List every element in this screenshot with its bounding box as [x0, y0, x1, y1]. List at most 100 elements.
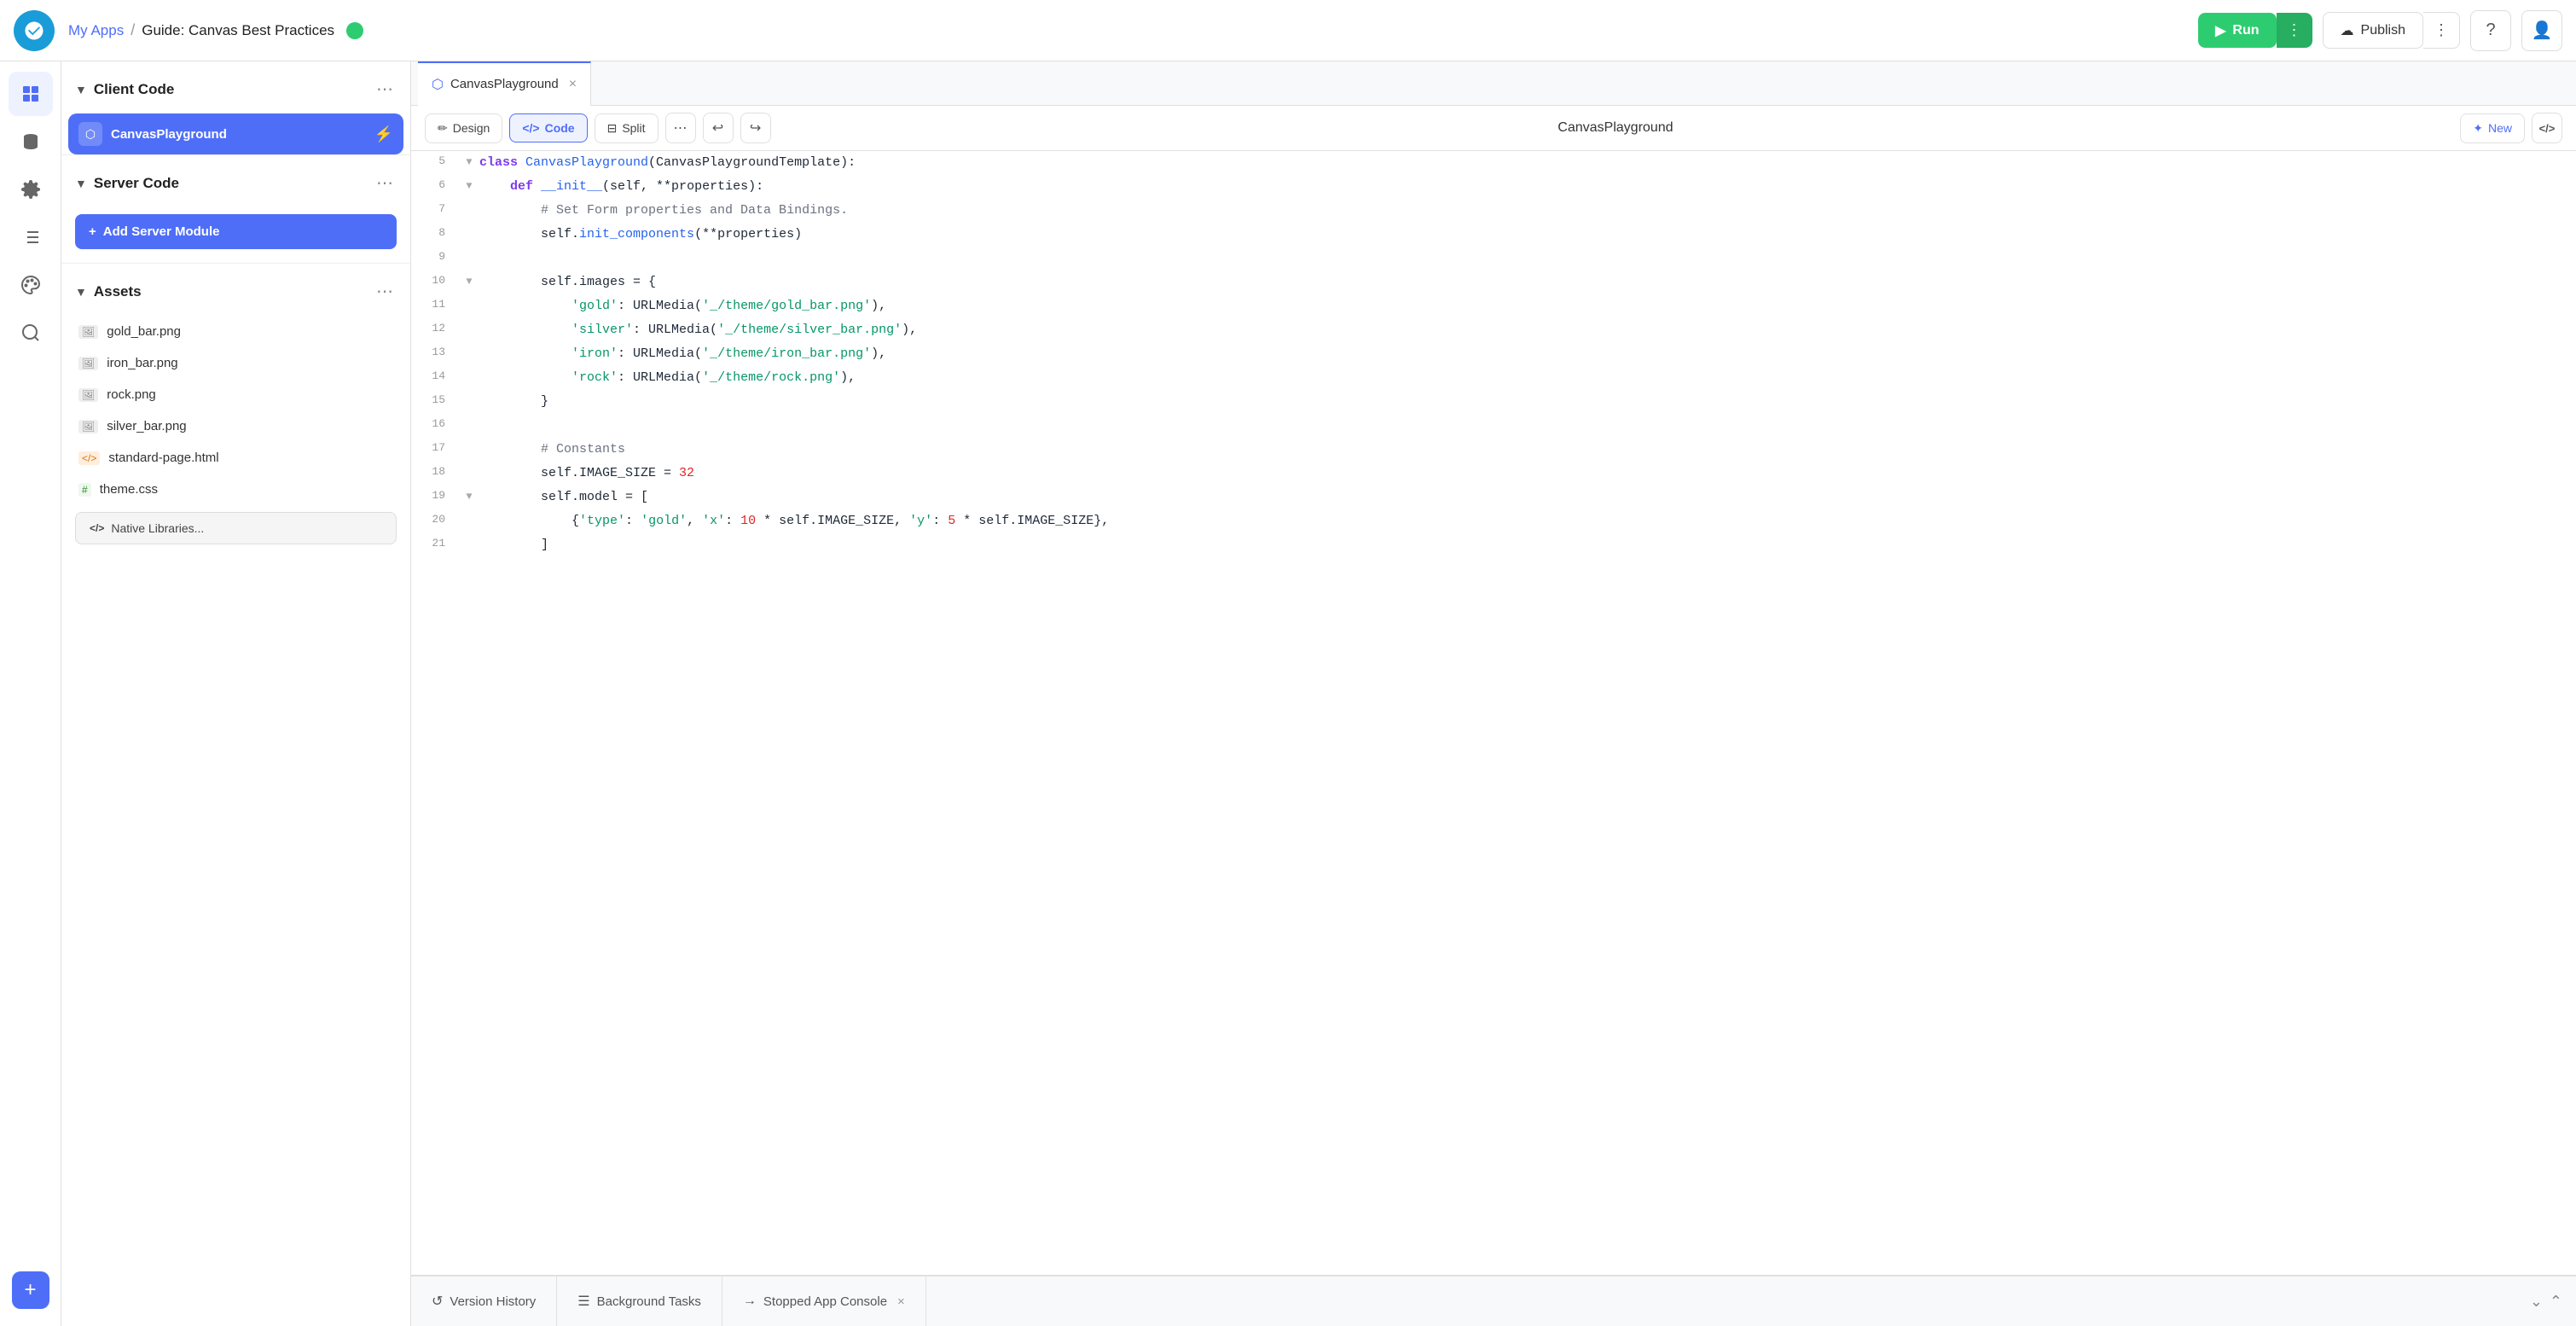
breadcrumb-separator: / [131, 21, 135, 39]
file-name-canvas-playground: CanvasPlayground [111, 127, 366, 142]
add-server-label: Add Server Module [103, 224, 220, 239]
split-tab-button[interactable]: ⊟ Split [595, 113, 659, 143]
client-code-chevron[interactable]: ▼ [75, 83, 87, 96]
asset-item-rock[interactable]: 🖼 rock.png [61, 379, 410, 410]
code-tab-button[interactable]: </> Code [509, 113, 587, 142]
assets-title: Assets [94, 283, 366, 300]
assets-chevron[interactable]: ▼ [75, 285, 87, 299]
new-label: New [2488, 121, 2512, 135]
line-content: {'type': 'gold', 'x': 10 * self.IMAGE_SI… [479, 509, 2576, 533]
line-number: 12 [411, 318, 459, 338]
sidebar-item-grid[interactable] [9, 72, 53, 116]
asset-item-iron-bar[interactable]: 🖼 iron_bar.png [61, 347, 410, 379]
new-plus-icon: ✦ [2473, 121, 2483, 136]
publish-icon: ☁ [2341, 22, 2354, 39]
code-toggle-button[interactable]: </> [2532, 113, 2562, 143]
redo-button[interactable]: ↪ [740, 113, 771, 143]
asset-icon-img3: 🖼 [78, 388, 98, 402]
editor-area: ⬡ CanvasPlayground × ✏ Design </> Code ⊟… [411, 61, 2576, 1326]
app-logo[interactable] [14, 10, 55, 51]
fold-indicator[interactable]: ▼ [459, 151, 479, 171]
code-line: 6▼ def __init__(self, **properties): [411, 175, 2576, 199]
bottom-panel-collapse[interactable]: ⌄ ⌃ [2516, 1293, 2576, 1311]
asset-item-theme-css[interactable]: # theme.css [61, 474, 410, 505]
tab-background-tasks[interactable]: ☰ Background Tasks [557, 1276, 722, 1326]
sidebar-item-database[interactable] [9, 119, 53, 164]
run-button[interactable]: ▶ Run [2198, 13, 2276, 48]
line-number: 16 [411, 414, 459, 433]
tab-version-history[interactable]: ↺ Version History [411, 1276, 557, 1326]
undo-button[interactable]: ↩ [703, 113, 734, 143]
file-icon-component: ⬡ [78, 122, 102, 146]
asset-name-gold-bar: gold_bar.png [107, 324, 181, 339]
design-tab-button[interactable]: ✏ Design [425, 113, 502, 143]
native-libraries-button[interactable]: </> Native Libraries... [75, 512, 397, 544]
bottom-panel: ↺ Version History ☰ Background Tasks → S… [411, 1275, 2576, 1326]
line-number: 18 [411, 462, 459, 481]
assets-more[interactable]: ⋯ [373, 277, 397, 305]
line-number: 10 [411, 270, 459, 290]
line-content: # Constants [479, 438, 2576, 462]
file-item-canvas-playground[interactable]: ⬡ CanvasPlayground ⚡ [68, 113, 403, 154]
fold-indicator [459, 318, 479, 322]
toolbar-filename: CanvasPlayground [1558, 120, 1673, 136]
design-icon: ✏ [438, 121, 448, 136]
design-label: Design [453, 121, 490, 135]
line-content: 'rock': URLMedia('_/theme/rock.png'), [479, 366, 2576, 390]
tab-close-icon[interactable]: × [569, 77, 577, 92]
publish-more-button[interactable]: ⋮ [2423, 12, 2460, 49]
code-editor[interactable]: 5▼class CanvasPlayground(CanvasPlaygroun… [411, 151, 2576, 1275]
collapse-up-icon: ⌃ [2550, 1293, 2562, 1311]
line-number: 7 [411, 199, 459, 218]
new-button[interactable]: ✦ New [2460, 113, 2525, 143]
console-close-icon[interactable]: × [897, 1294, 905, 1309]
background-tasks-label: Background Tasks [597, 1294, 701, 1309]
asset-name-theme-css: theme.css [100, 482, 158, 497]
fold-indicator[interactable]: ▼ [459, 175, 479, 195]
more-options-button[interactable]: ⋯ [665, 113, 696, 143]
code-line: 9 [411, 247, 2576, 270]
sidebar-item-settings[interactable] [9, 167, 53, 212]
topbar-actions: ▶ Run ⋮ ☁ Publish ⋮ ? 👤 [2198, 10, 2562, 51]
asset-item-standard-page[interactable]: </> standard-page.html [61, 442, 410, 474]
assets-section: ▼ Assets ⋯ 🖼 gold_bar.png 🖼 iron_bar.png… [61, 264, 410, 1326]
publish-button[interactable]: ☁ Publish [2323, 12, 2423, 49]
topbar: My Apps / Guide: Canvas Best Practices ▶… [0, 0, 2576, 61]
code-line: 19▼ self.model = [ [411, 486, 2576, 509]
line-content: 'iron': URLMedia('_/theme/iron_bar.png')… [479, 342, 2576, 366]
fold-indicator [459, 390, 479, 393]
line-content: self.model = [ [479, 486, 2576, 509]
client-code-more[interactable]: ⋯ [373, 75, 397, 103]
asset-item-silver-bar[interactable]: 🖼 silver_bar.png [61, 410, 410, 442]
help-button[interactable]: ? [2470, 10, 2511, 51]
fold-indicator [459, 294, 479, 298]
split-label: Split [622, 121, 645, 135]
publish-button-group: ☁ Publish ⋮ [2323, 12, 2460, 49]
fold-indicator [459, 366, 479, 369]
client-code-header: ▼ Client Code ⋯ [61, 61, 410, 113]
code-line: 11 'gold': URLMedia('_/theme/gold_bar.pn… [411, 294, 2576, 318]
code-line: 10▼ self.images = { [411, 270, 2576, 294]
fold-indicator [459, 199, 479, 202]
run-label: Run [2232, 23, 2259, 38]
user-button[interactable]: 👤 [2521, 10, 2562, 51]
sidebar-item-search[interactable] [9, 311, 53, 355]
breadcrumb-home[interactable]: My Apps [68, 22, 124, 39]
sidebar-add-button[interactable]: + [12, 1271, 49, 1309]
server-code-more[interactable]: ⋯ [373, 169, 397, 197]
fold-indicator [459, 223, 479, 226]
tab-canvas-playground[interactable]: ⬡ CanvasPlayground × [418, 61, 591, 106]
asset-item-gold-bar[interactable]: 🖼 gold_bar.png [61, 316, 410, 347]
line-content [479, 414, 2576, 417]
asset-name-iron-bar: iron_bar.png [107, 356, 177, 370]
tab-stopped-app-console[interactable]: → Stopped App Console × [722, 1276, 926, 1326]
line-content: } [479, 390, 2576, 414]
server-code-chevron[interactable]: ▼ [75, 177, 87, 190]
add-server-module-button[interactable]: + Add Server Module [75, 214, 397, 249]
server-code-header: ▼ Server Code ⋯ [61, 155, 410, 207]
sidebar-item-list[interactable] [9, 215, 53, 259]
run-more-button[interactable]: ⋮ [2277, 13, 2312, 48]
sidebar-item-paint[interactable] [9, 263, 53, 307]
fold-indicator[interactable]: ▼ [459, 270, 479, 290]
fold-indicator[interactable]: ▼ [459, 486, 479, 505]
